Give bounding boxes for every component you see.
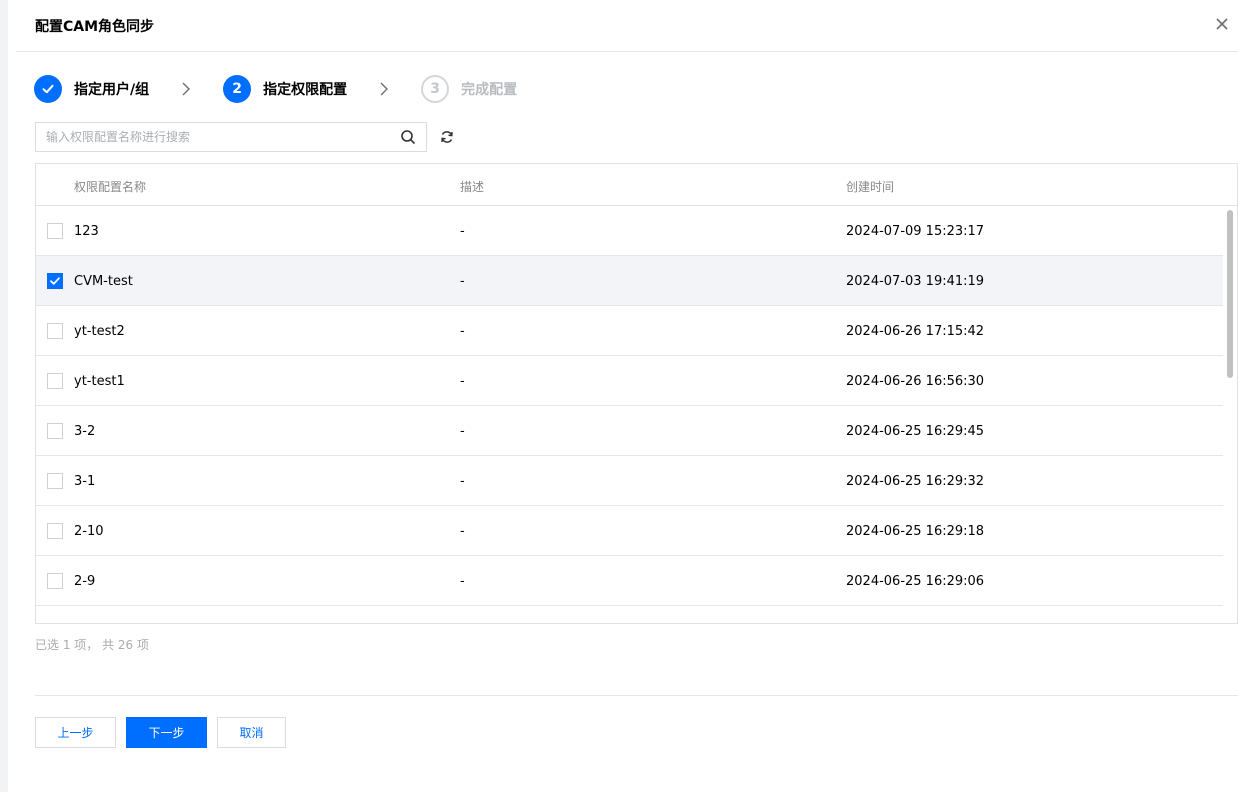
row-checkbox[interactable]: [47, 423, 63, 439]
selection-summary: 已选 1 项， 共 26 项: [35, 638, 149, 652]
table-header: 权限配置名称 描述 创建时间: [36, 164, 1237, 206]
row-checkbox[interactable]: [47, 273, 63, 289]
cell-description: -: [460, 574, 465, 589]
cell-created-time: 2024-07-03 19:41:19: [846, 274, 985, 289]
cell-created-time: 2024-06-25 16:29:18: [846, 524, 985, 539]
step-label: 完成配置: [461, 82, 518, 98]
row-checkbox[interactable]: [47, 373, 63, 389]
table-row[interactable]: 123 - 2024-07-09 15:23:17: [36, 206, 1223, 256]
cell-created-time: 2024-06-26 16:56:30: [846, 374, 985, 389]
row-checkbox[interactable]: [47, 523, 63, 539]
cell-name: CVM-test: [74, 274, 133, 289]
cell-description: -: [460, 224, 465, 239]
cell-created-time: 2024-06-25 16:29:45: [846, 424, 985, 439]
table-row[interactable]: 3-2 - 2024-06-25 16:29:45: [36, 406, 1223, 456]
step-2: 2 指定权限配置: [223, 75, 347, 103]
search-icon[interactable]: [400, 129, 416, 145]
table-row[interactable]: yt-test1 - 2024-06-26 16:56:30: [36, 356, 1223, 406]
cell-description: -: [460, 424, 465, 439]
dialog: 配置CAM角色同步 指定用户/组 2 指定权限配置 3 完成配置 输入权限配置名…: [0, 0, 1238, 792]
row-checkbox[interactable]: [47, 223, 63, 239]
step-label: 指定权限配置: [263, 82, 348, 98]
chevron-right-icon: [182, 82, 191, 96]
table-row[interactable]: [36, 606, 1223, 623]
divider: [35, 695, 1238, 696]
cell-name: 3-1: [74, 474, 96, 489]
row-checkbox[interactable]: [47, 473, 63, 489]
cell-created-time: 2024-06-26 17:15:42: [846, 324, 985, 339]
scrollbar[interactable]: [1225, 208, 1235, 622]
table-row[interactable]: yt-test2 - 2024-06-26 17:15:42: [36, 306, 1223, 356]
cell-name: 2-10: [74, 524, 104, 539]
check-icon: [34, 75, 62, 103]
table-row[interactable]: 3-1 - 2024-06-25 16:29:32: [36, 456, 1223, 506]
step-number: 2: [223, 75, 252, 103]
cell-created-time: 2024-06-25 16:29:32: [846, 474, 985, 489]
permission-table: 权限配置名称 描述 创建时间 123 - 2024-07-09 15:23:17 CV…: [35, 163, 1238, 624]
table-row[interactable]: CVM-test - 2024-07-03 19:41:19: [36, 256, 1223, 306]
scroll-thumb[interactable]: [1227, 210, 1233, 378]
cell-name: 2-9: [74, 574, 96, 589]
cell-name: yt-test2: [74, 324, 125, 339]
step-3: 3 完成配置: [421, 75, 517, 103]
chevron-right-icon: [380, 82, 389, 96]
column-header-name: 权限配置名称: [74, 180, 147, 194]
step-1: 指定用户/组: [34, 75, 149, 103]
step-number: 3: [421, 75, 450, 103]
row-checkbox[interactable]: [47, 573, 63, 589]
next-step-button[interactable]: 下一步: [126, 717, 207, 748]
cell-name: 3-2: [74, 424, 96, 439]
column-header-description: 描述: [460, 180, 485, 194]
search-input[interactable]: [36, 123, 396, 151]
check-icon: [50, 277, 60, 285]
dialog-header: 配置CAM角色同步: [16, 0, 1238, 52]
column-header-created: 创建时间: [846, 180, 895, 194]
table-body: 123 - 2024-07-09 15:23:17 CVM-test - 2024-07-…: [36, 206, 1223, 623]
cell-description: -: [460, 374, 465, 389]
cell-name: yt-test1: [74, 374, 125, 389]
cell-description: -: [460, 274, 465, 289]
cell-name: 123: [74, 224, 99, 239]
prev-step-button[interactable]: 上一步: [35, 717, 116, 748]
cell-description: -: [460, 524, 465, 539]
dialog-title: 配置CAM角色同步: [35, 19, 155, 35]
cell-created-time: 2024-06-25 16:29:06: [846, 574, 985, 589]
cell-description: -: [460, 324, 465, 339]
search-box: [35, 122, 427, 152]
cell-created-time: 2024-07-09 15:23:17: [846, 224, 985, 239]
cell-description: -: [460, 474, 465, 489]
step-label: 指定用户/组: [74, 82, 150, 98]
table-row[interactable]: 2-10 - 2024-06-25 16:29:18: [36, 506, 1223, 556]
stepper: 指定用户/组 2 指定权限配置 3 完成配置: [34, 74, 517, 104]
refresh-icon[interactable]: [439, 129, 455, 145]
cancel-button[interactable]: 取消: [217, 717, 286, 748]
row-checkbox[interactable]: [47, 323, 63, 339]
close-icon[interactable]: [1212, 14, 1232, 34]
table-row[interactable]: 2-9 - 2024-06-25 16:29:06: [36, 556, 1223, 606]
